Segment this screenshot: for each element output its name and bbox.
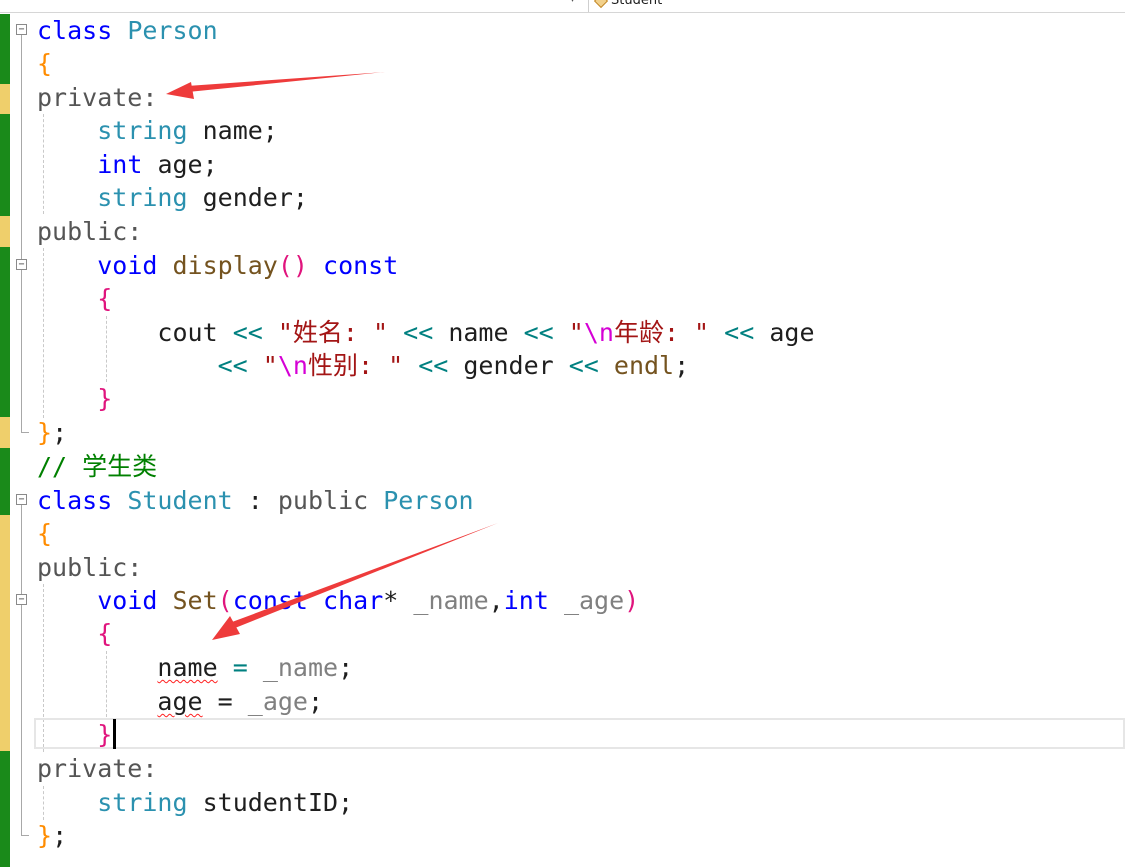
annotation-arrows — [166, 72, 498, 640]
arrow-to-private-icon — [166, 72, 385, 99]
arrow-to-set-body-icon — [212, 523, 498, 640]
